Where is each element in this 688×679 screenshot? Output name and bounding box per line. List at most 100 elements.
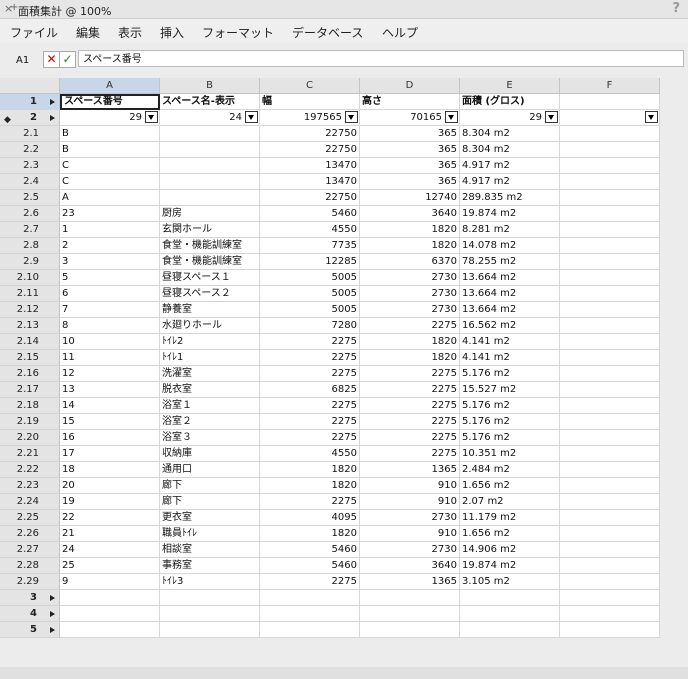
cell-e[interactable]: 19.874 m2 — [460, 558, 560, 574]
cell-f[interactable] — [560, 110, 660, 126]
cell-b[interactable] — [160, 190, 260, 206]
cell-c[interactable]: 13470 — [260, 174, 360, 190]
row-header[interactable]: 2.20 — [0, 430, 60, 446]
cell-e[interactable]: 13.664 m2 — [460, 302, 560, 318]
cell-f[interactable] — [560, 430, 660, 446]
cell-f[interactable] — [560, 414, 660, 430]
cell-b[interactable]: スペース名-表示 — [160, 94, 260, 110]
row-header[interactable]: 5 — [0, 622, 60, 638]
cell-c[interactable]: 22750 — [260, 190, 360, 206]
cell-f[interactable] — [560, 542, 660, 558]
column-header-b[interactable]: B — [160, 78, 260, 94]
cell-b[interactable]: 食堂・機能訓練室 — [160, 238, 260, 254]
cell-e[interactable]: 8.281 m2 — [460, 222, 560, 238]
cell-c[interactable]: 5005 — [260, 302, 360, 318]
cell-f[interactable] — [560, 382, 660, 398]
cell-e[interactable]: 5.176 m2 — [460, 398, 560, 414]
cell-e[interactable]: 4.141 m2 — [460, 350, 560, 366]
cell-e[interactable]: 面積 (グロス) — [460, 94, 560, 110]
menu-item-1[interactable]: ファイル — [10, 24, 58, 41]
cell-d[interactable]: 2275 — [360, 318, 460, 334]
cell-c[interactable]: 197565 — [260, 110, 360, 126]
row-header[interactable]: 2.10 — [0, 270, 60, 286]
cell-d[interactable]: 2275 — [360, 414, 460, 430]
dropdown-arrow-icon[interactable] — [245, 111, 258, 123]
expand-arrow-icon[interactable] — [50, 595, 55, 601]
cell-d[interactable]: 2730 — [360, 270, 460, 286]
cell-c[interactable]: 5460 — [260, 558, 360, 574]
cell-f[interactable] — [560, 590, 660, 606]
column-header-e[interactable]: E — [460, 78, 560, 94]
cell-b[interactable]: 昼寝スペース２ — [160, 286, 260, 302]
cell-e[interactable]: 4.917 m2 — [460, 174, 560, 190]
menu-item-7[interactable]: ヘルプ — [382, 24, 418, 41]
row-header[interactable]: 2.29 — [0, 574, 60, 590]
cell-a[interactable]: 10 — [60, 334, 160, 350]
cell-a[interactable]: 21 — [60, 526, 160, 542]
formula-input[interactable]: スペース番号 — [78, 50, 684, 67]
menu-item-4[interactable]: 挿入 — [160, 24, 184, 41]
expand-arrow-icon[interactable] — [50, 115, 55, 121]
cell-d[interactable] — [360, 606, 460, 622]
cell-b[interactable]: 更衣室 — [160, 510, 260, 526]
cell-d[interactable]: 2275 — [360, 446, 460, 462]
cell-b[interactable]: ﾄｲﾚ3 — [160, 574, 260, 590]
menu-item-6[interactable]: データベース — [292, 24, 363, 41]
expand-arrow-icon[interactable] — [50, 99, 55, 105]
cell-c[interactable]: 5460 — [260, 206, 360, 222]
cell-e[interactable] — [460, 606, 560, 622]
grid-corner[interactable] — [0, 78, 60, 94]
cell-f[interactable] — [560, 494, 660, 510]
row-header[interactable]: 3 — [0, 590, 60, 606]
dropdown-arrow-icon[interactable] — [645, 111, 658, 123]
cell-b[interactable]: 相談室 — [160, 542, 260, 558]
cell-f[interactable] — [560, 94, 660, 110]
cell-b[interactable]: 24 — [160, 110, 260, 126]
cell-e[interactable]: 5.176 m2 — [460, 366, 560, 382]
column-header-f[interactable]: F — [560, 78, 660, 94]
cell-d[interactable]: 365 — [360, 142, 460, 158]
cell-c[interactable]: 1820 — [260, 462, 360, 478]
cell-a[interactable]: 29 — [60, 110, 160, 126]
cell-c[interactable]: 2275 — [260, 494, 360, 510]
cell-d[interactable]: 高さ — [360, 94, 460, 110]
row-header[interactable]: 2.27 — [0, 542, 60, 558]
cell-d[interactable]: 2275 — [360, 382, 460, 398]
cell-c[interactable]: 2275 — [260, 366, 360, 382]
cell-b[interactable]: ﾄｲﾚ2 — [160, 334, 260, 350]
cell-f[interactable] — [560, 158, 660, 174]
cell-e[interactable]: 1.656 m2 — [460, 526, 560, 542]
cell-d[interactable]: 3640 — [360, 558, 460, 574]
cell-f[interactable] — [560, 446, 660, 462]
cell-f[interactable] — [560, 606, 660, 622]
cell-e[interactable] — [460, 590, 560, 606]
cell-b[interactable]: 事務室 — [160, 558, 260, 574]
cell-e[interactable]: 5.176 m2 — [460, 414, 560, 430]
cell-a[interactable]: 14 — [60, 398, 160, 414]
row-header[interactable]: 2.22 — [0, 462, 60, 478]
cell-f[interactable] — [560, 574, 660, 590]
expand-arrow-icon[interactable] — [50, 611, 55, 617]
cell-e[interactable]: 13.664 m2 — [460, 270, 560, 286]
cell-e[interactable]: 14.906 m2 — [460, 542, 560, 558]
cell-a[interactable]: 9 — [60, 574, 160, 590]
cell-d[interactable]: 2730 — [360, 302, 460, 318]
column-header-a[interactable]: A — [60, 78, 160, 94]
menu-item-5[interactable]: フォーマット — [202, 24, 274, 41]
cell-d[interactable] — [360, 622, 460, 638]
cell-a[interactable]: B — [60, 142, 160, 158]
row-header[interactable]: 1 — [0, 94, 60, 110]
cell-c[interactable]: 幅 — [260, 94, 360, 110]
row-header[interactable]: 2.11 — [0, 286, 60, 302]
cell-e[interactable]: 13.664 m2 — [460, 286, 560, 302]
cell-c[interactable]: 7280 — [260, 318, 360, 334]
cell-f[interactable] — [560, 254, 660, 270]
cell-f[interactable] — [560, 190, 660, 206]
cell-f[interactable] — [560, 478, 660, 494]
cell-a[interactable]: 24 — [60, 542, 160, 558]
cell-a[interactable]: 7 — [60, 302, 160, 318]
cell-e[interactable]: 16.562 m2 — [460, 318, 560, 334]
cell-b[interactable]: 浴室２ — [160, 414, 260, 430]
cell-a[interactable]: 6 — [60, 286, 160, 302]
cell-b[interactable]: 廊下 — [160, 494, 260, 510]
